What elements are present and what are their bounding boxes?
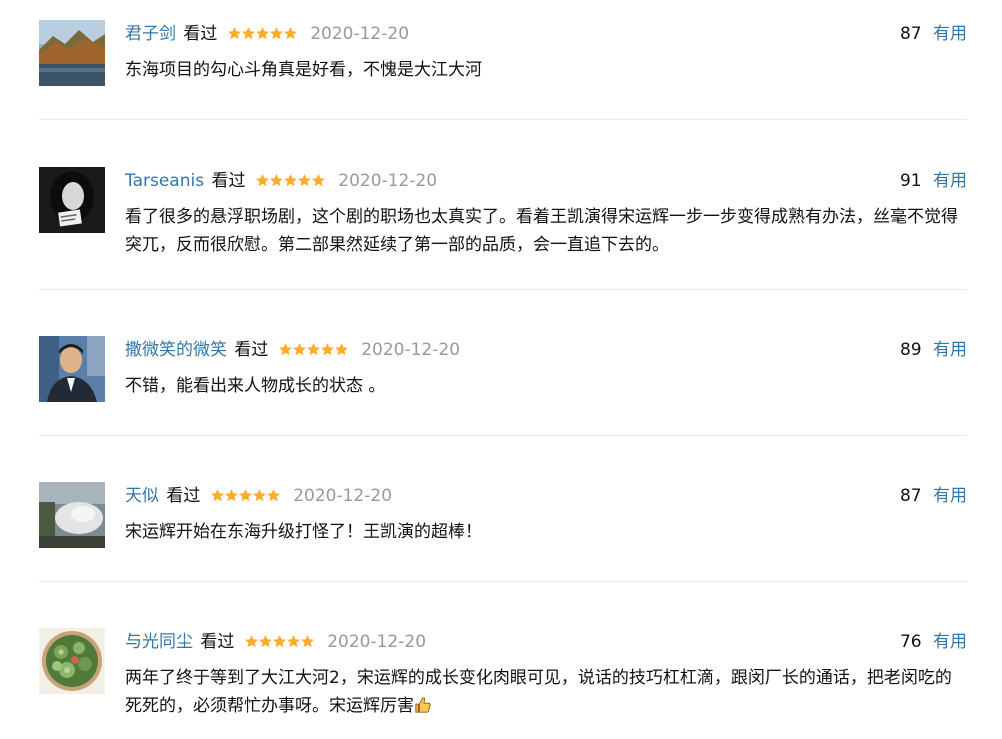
avatar[interactable] — [39, 336, 105, 402]
comment-text: 东海项目的勾心斗角真是好看，不愧是大江大河 — [125, 60, 482, 80]
username-link[interactable]: 天似 — [125, 486, 159, 506]
star-icon — [255, 173, 270, 188]
vote-area: 89 有用 — [900, 337, 967, 363]
rating-stars — [278, 339, 348, 365]
star-icon — [258, 634, 273, 649]
comment-meta: 天似 看过 2020-12-20 — [125, 483, 392, 509]
watch-status: 看过 — [200, 632, 235, 652]
star-icon — [255, 26, 270, 41]
comment-meta: Tarseanis 看过 2020-12-20 — [125, 168, 437, 194]
comment-item: Tarseanis 看过 2020-12-20 91 有用 看了很多的悬浮职场剧… — [39, 120, 967, 290]
star-icon — [297, 173, 312, 188]
man-portrait-avatar — [39, 336, 105, 402]
star-icon — [269, 26, 284, 41]
avatar[interactable] — [39, 482, 105, 548]
vote-count: 87 — [899, 24, 922, 44]
rating-stars — [255, 170, 325, 196]
blur-photo-avatar — [39, 482, 105, 548]
landscape-avatar — [39, 20, 105, 86]
useful-vote-link[interactable]: 有用 — [933, 632, 967, 652]
star-icon — [224, 488, 239, 503]
star-icon — [252, 488, 267, 503]
star-icon — [286, 634, 301, 649]
avatar[interactable] — [39, 167, 105, 233]
vote-count: 89 — [899, 340, 922, 360]
watch-status: 看过 — [166, 486, 201, 506]
comment-text-body: 两年了终于等到了大江大河2，宋运辉的成长变化肉眼可见，说话的技巧杠杠滴，跟闵厂长… — [125, 668, 952, 716]
vote-count: 87 — [899, 486, 922, 506]
rating-stars — [227, 23, 297, 49]
comment-item: 君子剑 看过 2020-12-20 87 有用 东海项目的勾心斗角真是好看，不愧… — [39, 0, 967, 120]
star-icon — [266, 488, 281, 503]
comment-text: 看了很多的悬浮职场剧，这个剧的职场也太真实了。看着王凯演得宋运辉一步一步变得成熟… — [125, 207, 958, 255]
star-icon — [241, 26, 256, 41]
comment-date: 2020-12-20 — [327, 632, 427, 652]
username-link[interactable]: 撒微笑的微笑 — [125, 340, 227, 360]
bw-portrait-avatar — [39, 167, 105, 233]
username-link[interactable]: 君子剑 — [125, 24, 176, 44]
useful-vote-link[interactable]: 有用 — [933, 24, 967, 44]
comment-item: 天似 看过 2020-12-20 87 有用 宋运辉开始在东海升级打怪了！王凯演… — [39, 436, 967, 582]
star-icon — [311, 173, 326, 188]
useful-vote-link[interactable]: 有用 — [933, 340, 967, 360]
star-icon — [227, 26, 242, 41]
comment-date: 2020-12-20 — [293, 486, 393, 506]
watch-status: 看过 — [234, 340, 269, 360]
useful-vote-link[interactable]: 有用 — [933, 486, 967, 506]
comment-text: 不错，能看出来人物成长的状态 。 — [125, 376, 386, 396]
vote-area: 91 有用 — [900, 168, 967, 194]
rating-stars — [210, 485, 280, 511]
comment-meta: 与光同尘 看过 2020-12-20 — [125, 629, 426, 655]
vote-count: 91 — [899, 171, 922, 191]
star-icon — [244, 634, 259, 649]
rating-stars — [244, 631, 314, 657]
watch-status: 看过 — [183, 24, 218, 44]
useful-vote-link[interactable]: 有用 — [933, 171, 967, 191]
star-icon — [283, 26, 298, 41]
comment-item: 撒微笑的微笑 看过 2020-12-20 89 有用 不错，能看出来人物成长的状… — [39, 290, 967, 436]
vote-area: 87 有用 — [900, 483, 967, 509]
comment-date: 2020-12-20 — [361, 340, 461, 360]
star-icon — [292, 342, 307, 357]
comment-list: 君子剑 看过 2020-12-20 87 有用 东海项目的勾心斗角真是好看，不愧… — [39, 0, 967, 739]
comment-meta: 君子剑 看过 2020-12-20 — [125, 21, 409, 47]
username-link[interactable]: Tarseanis — [125, 171, 204, 191]
succulent-avatar — [39, 628, 105, 694]
comment-text: 两年了终于等到了大江大河2，宋运辉的成长变化肉眼可见，说话的技巧杠杠滴，跟闵厂长… — [125, 664, 967, 720]
comment-text: 宋运辉开始在东海升级打怪了！王凯演的超棒！ — [125, 522, 482, 542]
star-icon — [269, 173, 284, 188]
star-icon — [334, 342, 349, 357]
star-icon — [238, 488, 253, 503]
vote-area: 87 有用 — [900, 21, 967, 47]
thumbs-up-icon — [414, 696, 432, 714]
avatar[interactable] — [39, 628, 105, 694]
comment-item: 与光同尘 看过 2020-12-20 76 有用 两年了终于等到了大江大河2，宋… — [39, 582, 967, 739]
vote-count: 76 — [899, 632, 922, 652]
star-icon — [300, 634, 315, 649]
star-icon — [306, 342, 321, 357]
comment-meta: 撒微笑的微笑 看过 2020-12-20 — [125, 337, 460, 363]
vote-area: 76 有用 — [900, 629, 967, 655]
avatar[interactable] — [39, 20, 105, 86]
username-link[interactable]: 与光同尘 — [125, 632, 193, 652]
watch-status: 看过 — [211, 171, 246, 191]
comment-date: 2020-12-20 — [310, 24, 410, 44]
star-icon — [283, 173, 298, 188]
star-icon — [210, 488, 225, 503]
star-icon — [320, 342, 335, 357]
comment-date: 2020-12-20 — [338, 171, 438, 191]
star-icon — [272, 634, 287, 649]
star-icon — [278, 342, 293, 357]
